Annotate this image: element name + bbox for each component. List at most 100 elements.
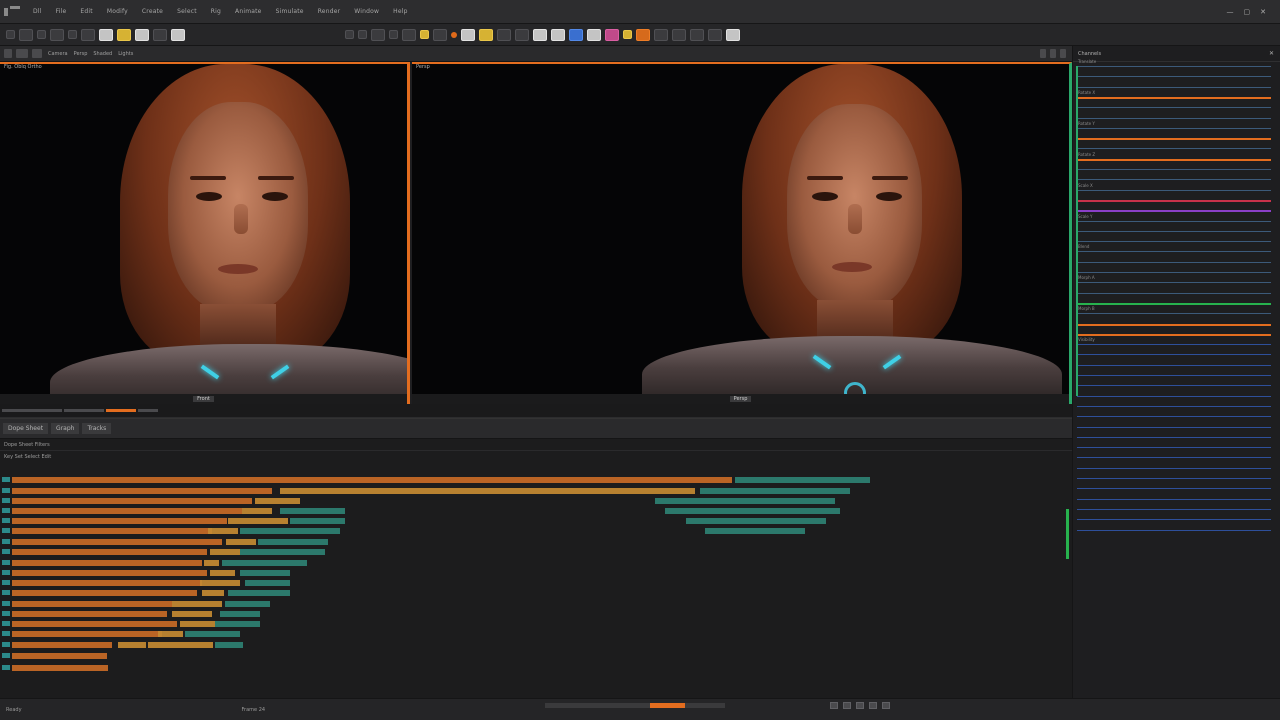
track-key-span[interactable] (210, 549, 240, 555)
channel-row[interactable] (1077, 364, 1271, 366)
channel-row[interactable] (1077, 272, 1271, 273)
settings-icon[interactable] (726, 28, 740, 41)
viewport-option-icon[interactable] (1060, 49, 1066, 58)
channel-row[interactable] (1077, 436, 1271, 438)
viewport-option-icon[interactable] (1040, 49, 1046, 58)
track-key-span[interactable] (655, 498, 835, 504)
track-handle-icon[interactable] (2, 601, 10, 606)
channel-row[interactable] (1077, 117, 1271, 119)
play-back-icon[interactable] (830, 702, 838, 709)
track-key-span[interactable] (240, 528, 340, 534)
track-key-span[interactable] (210, 570, 235, 576)
channel-row[interactable] (1077, 395, 1271, 397)
tab-tracks[interactable]: Tracks (82, 423, 112, 434)
viewport-label-persp[interactable]: Persp (74, 51, 88, 57)
track-key-span[interactable] (215, 621, 260, 627)
globe-icon[interactable] (672, 28, 686, 41)
channel-row[interactable] (1077, 323, 1271, 326)
menu-item-create[interactable]: Create (135, 8, 170, 15)
channel-row[interactable] (1077, 498, 1271, 500)
move-tool-icon[interactable] (19, 28, 33, 41)
channel-row[interactable] (1077, 86, 1271, 88)
menu-item-select[interactable]: Select (170, 8, 204, 15)
water-icon[interactable] (569, 28, 583, 41)
ortho-icon[interactable] (551, 28, 565, 41)
track-row[interactable] (0, 611, 1066, 617)
channel-row[interactable] (1077, 416, 1271, 418)
viewport-label-shaded[interactable]: Shaded (93, 51, 112, 57)
track-handle-icon[interactable] (2, 665, 10, 670)
grid-icon[interactable] (533, 28, 547, 41)
track-key-span[interactable] (255, 498, 300, 504)
track-key-span[interactable] (686, 518, 826, 524)
track-key-span[interactable] (245, 580, 290, 586)
channel-row[interactable] (1077, 354, 1271, 356)
track-key-span[interactable] (290, 518, 345, 524)
track-key-span[interactable] (202, 590, 224, 596)
channel-row[interactable] (1077, 76, 1271, 78)
channel-row[interactable] (1077, 344, 1271, 346)
track-row[interactable] (0, 488, 1066, 494)
track-key-span[interactable] (240, 570, 290, 576)
track-key-span[interactable] (12, 539, 222, 545)
track-key-span[interactable] (118, 642, 146, 648)
track-handle-icon[interactable] (2, 642, 10, 647)
channel-row[interactable] (1077, 199, 1271, 202)
track-key-span[interactable] (280, 488, 695, 494)
track-key-span[interactable] (185, 631, 240, 637)
track-handle-icon[interactable] (2, 653, 10, 658)
unlink-icon[interactable] (389, 30, 398, 39)
play-forward-icon[interactable] (856, 702, 864, 709)
track-row[interactable] (0, 580, 1066, 586)
menu-item-help[interactable]: Help (386, 8, 414, 15)
track-key-span[interactable] (222, 560, 307, 566)
loop-icon[interactable] (869, 702, 877, 709)
redo-icon[interactable] (358, 30, 367, 39)
cloth-icon[interactable] (708, 28, 722, 41)
menu-item-file[interactable]: File (49, 8, 74, 15)
track-handle-icon[interactable] (2, 549, 10, 554)
track-row[interactable] (0, 518, 1066, 524)
channel-row[interactable] (1077, 158, 1271, 161)
track-key-span[interactable] (200, 580, 240, 586)
channel-row[interactable] (1077, 529, 1271, 531)
shading-icon[interactable] (16, 49, 28, 58)
channel-row[interactable] (1077, 313, 1271, 315)
track-handle-icon[interactable] (2, 539, 10, 544)
paint-icon[interactable] (515, 28, 529, 41)
channel-row[interactable] (1077, 127, 1271, 129)
track-key-span[interactable] (700, 488, 850, 494)
brush-icon[interactable] (497, 28, 511, 41)
channel-row[interactable] (1077, 333, 1271, 336)
track-key-span[interactable] (12, 488, 272, 494)
track-key-span[interactable] (12, 570, 207, 576)
track-key-span[interactable] (228, 590, 290, 596)
sculpt-icon[interactable] (654, 28, 668, 41)
track-key-span[interactable] (204, 560, 219, 566)
channel-row[interactable] (1077, 230, 1271, 232)
track-key-span[interactable] (705, 528, 805, 534)
menu-item-modify[interactable]: Modify (100, 8, 135, 15)
channel-scrollbar[interactable] (1076, 66, 1078, 396)
track-row[interactable] (0, 539, 1066, 545)
view-menu-icon[interactable] (4, 49, 12, 58)
track-key-span[interactable] (208, 528, 238, 534)
track-key-span[interactable] (12, 560, 202, 566)
viewport-front[interactable]: Fig. Oblq Ortho Front (0, 62, 410, 404)
track-key-span[interactable] (258, 539, 328, 545)
track-row[interactable] (0, 560, 1066, 566)
track-key-span[interactable] (172, 611, 212, 617)
track-row[interactable] (0, 508, 1066, 514)
channel-row[interactable] (1077, 447, 1271, 449)
select-tool-icon[interactable] (6, 30, 15, 39)
channel-row[interactable] (1077, 519, 1271, 521)
track-row[interactable] (0, 570, 1066, 576)
record-icon[interactable] (451, 31, 457, 38)
channel-row[interactable] (1077, 478, 1271, 479)
track-key-span[interactable] (242, 508, 272, 514)
channel-row[interactable] (1077, 426, 1271, 428)
maximize-button[interactable]: ▢ (1244, 8, 1251, 16)
track-row[interactable] (0, 590, 1066, 596)
lighting-icon[interactable] (32, 49, 42, 58)
channel-row[interactable] (1077, 261, 1271, 263)
